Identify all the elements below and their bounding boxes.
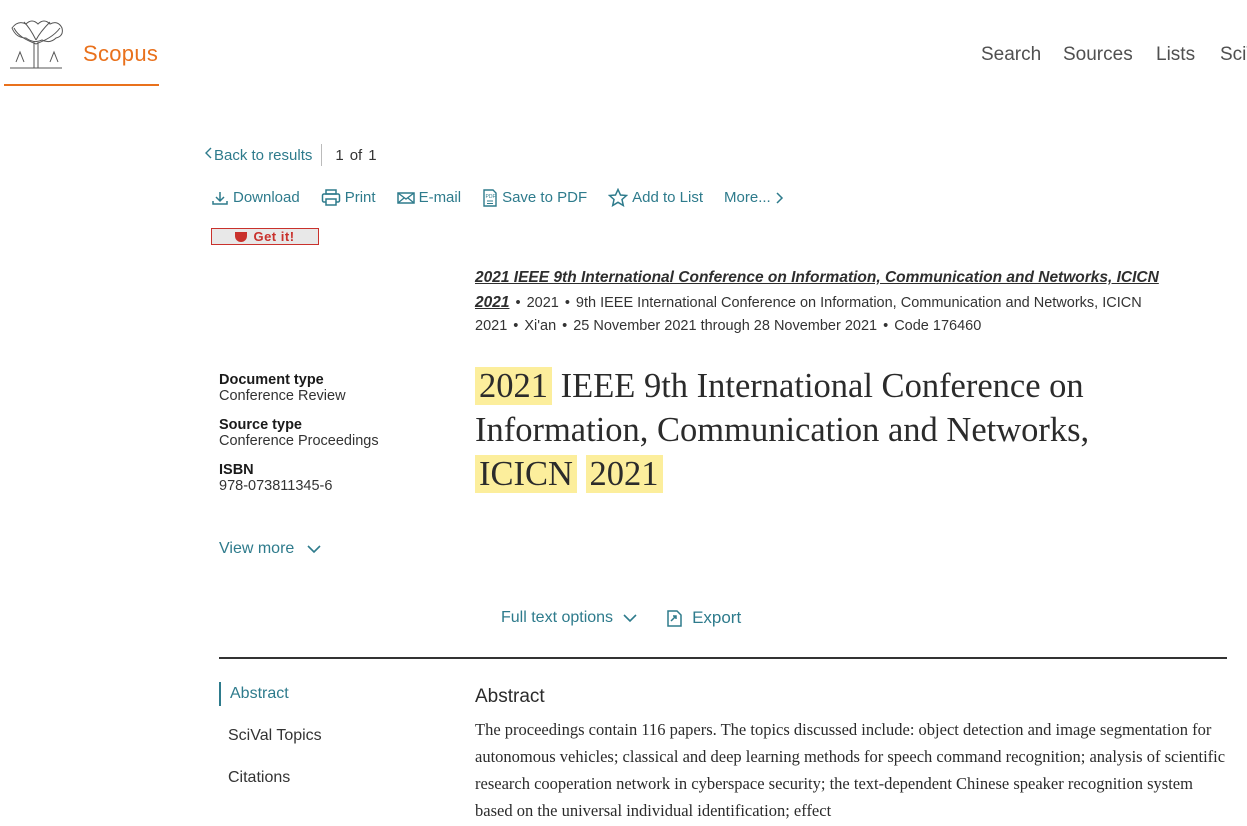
title-highlight: ICICN [475, 455, 577, 493]
conference-code: Code 176460 [894, 318, 982, 334]
section-divider [219, 657, 1227, 659]
save-to-pdf-button[interactable]: PDF Save to PDF [482, 188, 587, 207]
abstract-text: The proceedings contain 116 papers. The … [475, 720, 1226, 820]
add-to-list-button[interactable]: Add to List [608, 188, 703, 207]
view-more-button[interactable]: View more [219, 540, 322, 558]
download-icon [212, 191, 228, 205]
isbn-value: 978-073811345-6 [219, 478, 333, 494]
brand-name: Scopus [83, 41, 159, 66]
source-year: 2021 [526, 294, 559, 311]
svg-text:PDF: PDF [486, 194, 496, 200]
title-highlight: 2021 [585, 455, 663, 493]
scopus-logo[interactable]: Scopus [4, 14, 159, 86]
print-button[interactable]: Print [321, 188, 376, 207]
document-title: 2021 IEEE 9th International Conference o… [475, 367, 1090, 493]
nav-lists[interactable]: Lists [1156, 44, 1195, 66]
section-navigation: Abstract SciVal Topics Citations [219, 682, 322, 808]
conference-location: Xi'an [524, 318, 557, 334]
sidenav-citations[interactable]: Citations [219, 766, 322, 790]
source-info: 2021 IEEE 9th International Conference o… [475, 269, 1159, 334]
more-button[interactable]: More... [724, 189, 788, 206]
back-to-results-link[interactable]: Back to results [214, 147, 312, 164]
email-icon [396, 191, 415, 204]
shield-icon [235, 231, 248, 242]
isbn-label: ISBN [219, 462, 254, 478]
divider [321, 144, 323, 166]
nav-search[interactable]: Search [981, 44, 1041, 66]
download-button[interactable]: Download [211, 189, 300, 206]
chevron-down-icon [307, 545, 321, 554]
document-metadata: Document type Conference Review Source t… [219, 372, 439, 507]
result-position: 1 [335, 146, 344, 164]
result-of: of [349, 146, 363, 164]
sidenav-scival-topics[interactable]: SciVal Topics [219, 724, 322, 748]
full-text-options-button[interactable]: Full text options [501, 609, 638, 627]
get-it-button[interactable]: Get it! [211, 228, 319, 245]
pdf-icon: PDF [483, 188, 497, 207]
title-highlight: 2021 [475, 367, 552, 405]
sidenav-abstract[interactable]: Abstract [219, 682, 322, 706]
document-actions: Full text options Export [501, 608, 741, 628]
doc-type-label: Document type [219, 372, 324, 388]
export-icon [667, 610, 682, 627]
doc-type-value: Conference Review [219, 388, 346, 404]
star-icon [608, 188, 629, 207]
elsevier-tree-icon [6, 18, 66, 70]
chevron-down-icon [623, 614, 637, 623]
nav-scival[interactable]: SciV [1220, 44, 1247, 66]
source-type-value: Conference Proceedings [219, 433, 379, 449]
chevron-left-icon [204, 146, 214, 164]
abstract-heading: Abstract [475, 686, 545, 707]
source-type-label: Source type [219, 417, 302, 433]
export-button[interactable]: Export [664, 608, 741, 628]
email-button[interactable]: E-mail [396, 189, 461, 206]
chevron-right-icon [776, 191, 783, 204]
document-toolbar: Download Print E-mail PDF Save to PDF Ad… [211, 188, 809, 207]
results-navigation: Back to results 1 of 1 [204, 144, 377, 166]
print-icon [321, 188, 340, 206]
nav-sources[interactable]: Sources [1063, 44, 1133, 66]
conference-dates: 25 November 2021 through 28 November 202… [573, 318, 878, 334]
result-total: 1 [368, 146, 377, 164]
